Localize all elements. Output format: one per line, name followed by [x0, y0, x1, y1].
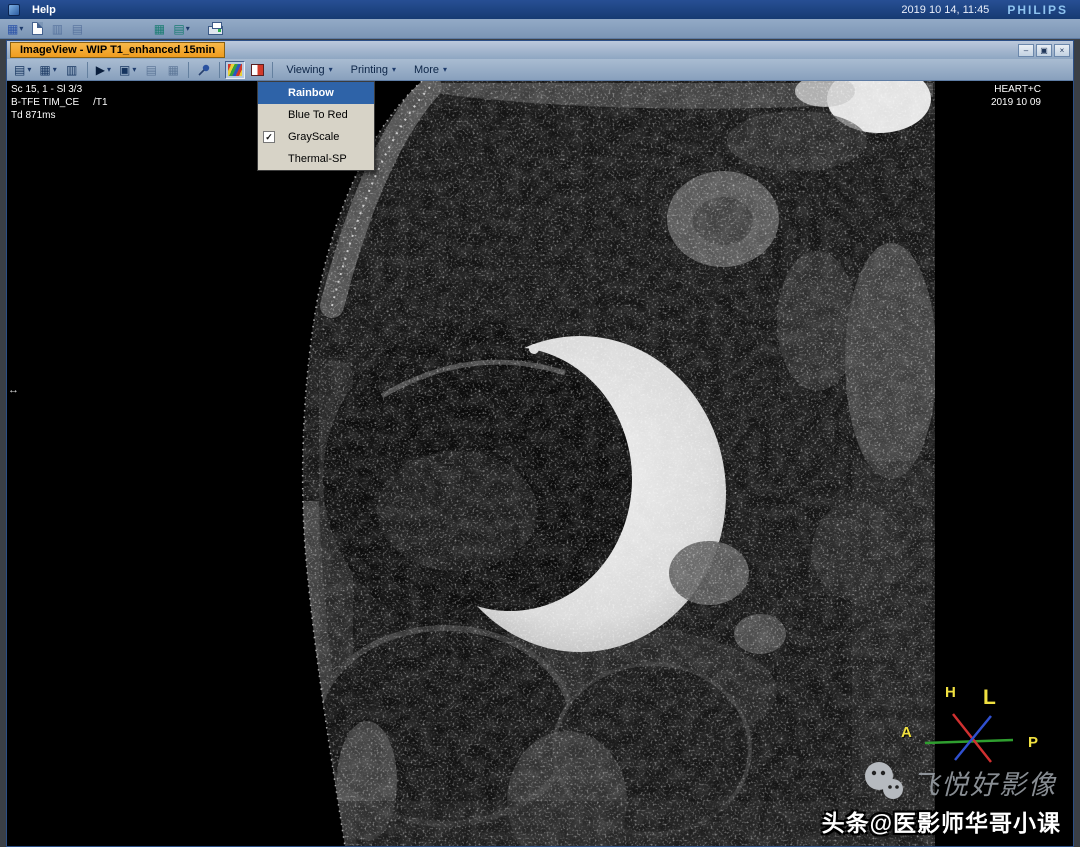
system-toolbar: ▦ ▾ ▥ ▤ ▦ ▤ ▾ — [0, 19, 1080, 39]
sequence-info: B-TFE TIM_CE/T1 — [11, 96, 108, 109]
document-icon — [32, 22, 43, 35]
map-type: /T1 — [93, 97, 107, 108]
chevron-down-icon: ▾ — [329, 65, 333, 74]
cine-play-button[interactable]: ▶ ▾ — [93, 61, 114, 79]
compare-button[interactable]: ▣ ▾ — [116, 61, 139, 79]
color-lut-menu: Rainbow Blue To Red ✓ GrayScale Thermal-… — [257, 81, 375, 171]
watermark-brand-text: 飞悦好影像 — [912, 763, 1057, 802]
document-stack-icon: ▥ — [52, 23, 63, 35]
color-lut-button[interactable] — [225, 61, 245, 79]
viewing-menu[interactable]: Viewing ▾ — [278, 61, 340, 79]
chevron-down-icon: ▾ — [186, 24, 190, 33]
print-button[interactable] — [205, 20, 226, 37]
system-datetime: 2019 10 14, 11:45 — [901, 4, 989, 16]
layout-rows-icon: ▤ — [173, 23, 184, 35]
viewing-menu-label: Viewing — [286, 64, 324, 76]
printing-menu[interactable]: Printing ▾ — [343, 61, 404, 79]
image-viewport[interactable]: Sc 15, 1 - Sl 3/3 B-TFE TIM_CE/T1 Td 871… — [7, 81, 1073, 846]
printing-menu-label: Printing — [351, 64, 388, 76]
printer-icon — [208, 26, 223, 35]
close-button[interactable]: × — [1054, 44, 1070, 57]
frame2-icon: ▥ — [66, 63, 77, 77]
color-lut-icon — [228, 64, 242, 76]
window-level-button[interactable] — [247, 61, 267, 79]
study-date: 2019 10 09 — [991, 96, 1041, 109]
checkbox-checked-icon: ✓ — [263, 131, 275, 143]
orientation-left-label: L — [983, 686, 996, 710]
menu-item-grayscale[interactable]: ✓ GrayScale — [258, 126, 374, 148]
chevron-down-icon: ▾ — [132, 65, 136, 74]
sequence-name: B-TFE TIM_CE — [11, 97, 79, 108]
toolbar-separator — [219, 62, 220, 78]
menu-item-label: Blue To Red — [288, 109, 348, 121]
resize-cursor-icon: ↔ — [8, 384, 19, 397]
stack-button[interactable]: ▤ — [141, 61, 161, 79]
stack-icon: ▤ — [146, 63, 157, 77]
window-titlebar[interactable]: ImageView - WIP T1_enhanced 15min – ▣ × — [7, 41, 1073, 59]
play-icon: ▶ — [96, 63, 105, 77]
toolbar-separator — [272, 62, 273, 78]
image-layout-button[interactable]: ▦ ▾ — [36, 61, 59, 79]
series-layout-button[interactable]: ▤ ▾ — [11, 61, 34, 79]
compare-icon: ▣ — [119, 63, 130, 77]
menu-item-label: Rainbow — [288, 87, 334, 99]
philips-logo: PHILIPS — [1007, 3, 1072, 17]
grid-icon: ▦ — [168, 63, 179, 77]
minimize-button[interactable]: – — [1018, 44, 1034, 57]
pushpin-icon — [197, 63, 211, 77]
menu-item-thermal-sp[interactable]: Thermal-SP — [258, 148, 374, 170]
frame-icon: ▦ — [39, 63, 50, 77]
window-level-icon — [251, 64, 264, 76]
menu-item-label: Thermal-SP — [288, 153, 347, 165]
menu-item-rainbow[interactable]: Rainbow — [258, 82, 374, 104]
pin-button[interactable] — [194, 61, 214, 79]
image-overlay-left: Sc 15, 1 - Sl 3/3 B-TFE TIM_CE/T1 Td 871… — [11, 83, 108, 122]
menu-item-blue-to-red[interactable]: Blue To Red — [258, 104, 374, 126]
frame-button[interactable]: ▥ — [62, 61, 82, 79]
chevron-down-icon: ▾ — [53, 65, 57, 74]
window-toolbar: ▤ ▾ ▦ ▾ ▥ ▶ ▾ ▣ ▾ ▤ ▦ — [7, 59, 1073, 81]
orientation-posterior-label: P — [1028, 734, 1038, 751]
orientation-anterior-label: A — [901, 724, 912, 741]
app-icon — [8, 4, 20, 16]
menubar-right: 2019 10 14, 11:45 PHILIPS — [901, 3, 1072, 17]
protocol-name: HEART+C — [991, 83, 1041, 96]
new-document-button[interactable] — [28, 20, 46, 37]
imageview-window: ImageView - WIP T1_enhanced 15min – ▣ × … — [6, 40, 1074, 847]
grid-button[interactable]: ▦ — [163, 61, 183, 79]
toolbar-separator — [87, 62, 88, 78]
folder-button[interactable]: ▤ — [68, 20, 86, 37]
image-overlay-right: HEART+C 2019 10 09 — [991, 83, 1041, 109]
system-menubar: Help 2019 10 14, 11:45 PHILIPS — [0, 0, 1080, 19]
chevron-down-icon: ▾ — [107, 65, 111, 74]
apps-grid-icon: ▦ — [7, 23, 18, 35]
restore-button[interactable]: ▣ — [1036, 44, 1052, 57]
layout-stack-button[interactable]: ▦ — [150, 20, 168, 37]
watermark-byline: 头条@医影师华哥小课 — [822, 804, 1061, 838]
chevron-down-icon: ▾ — [19, 24, 23, 33]
layout-rows-button[interactable]: ▤ ▾ — [170, 20, 192, 37]
watermark-brand: 飞悦好影像 — [860, 759, 1057, 805]
mascot-icon — [860, 759, 906, 805]
help-menu[interactable]: Help — [28, 4, 60, 16]
window-controls: – ▣ × — [1018, 44, 1073, 57]
series-grid-icon: ▤ — [14, 63, 25, 77]
menu-item-label: GrayScale — [288, 131, 339, 143]
more-menu-label: More — [414, 64, 439, 76]
chevron-down-icon: ▾ — [27, 65, 31, 74]
orientation-head-label: H — [945, 684, 956, 701]
chevron-down-icon: ▾ — [443, 65, 447, 74]
layout-stack-icon: ▦ — [154, 23, 165, 35]
chevron-down-icon: ▾ — [392, 65, 396, 74]
folder-icon: ▤ — [72, 23, 83, 35]
scan-info: Sc 15, 1 - Sl 3/3 — [11, 83, 108, 96]
desktop: Help 2019 10 14, 11:45 PHILIPS ▦ ▾ ▥ ▤ ▦… — [0, 0, 1080, 847]
document-stack-button[interactable]: ▥ — [48, 20, 66, 37]
toolbar-separator — [188, 62, 189, 78]
apps-grid-button[interactable]: ▦ ▾ — [4, 20, 26, 37]
more-menu[interactable]: More ▾ — [406, 61, 455, 79]
window-title-tab[interactable]: ImageView - WIP T1_enhanced 15min — [10, 42, 225, 58]
td-info: Td 871ms — [11, 109, 108, 122]
